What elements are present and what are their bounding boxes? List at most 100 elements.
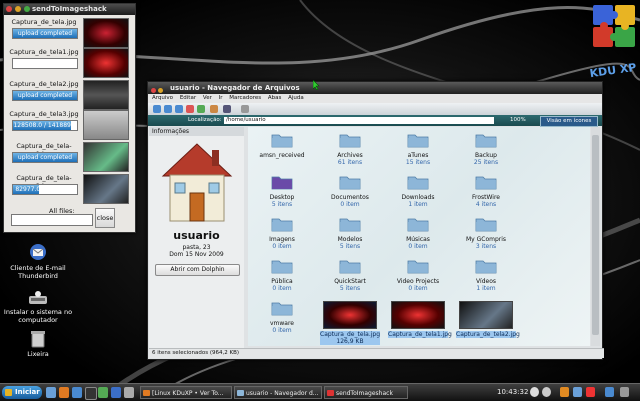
folder-item[interactable]: Desktop 5 itens: [252, 175, 312, 208]
kduxp-logo: KDU XP: [588, 2, 638, 82]
close-window-icon[interactable]: [151, 88, 156, 93]
upload-filename: Captura_de_tela1.jpg: [9, 48, 79, 56]
monitor-icon[interactable]: [605, 387, 614, 397]
stop-icon[interactable]: [186, 105, 194, 113]
folder-item[interactable]: Músicas 0 item: [388, 217, 448, 250]
folder-item[interactable]: aTunes 15 itens: [388, 133, 448, 166]
image-file-item[interactable]: Captura_de_tela2.jpg: [456, 301, 520, 338]
back-icon[interactable]: [153, 105, 161, 113]
item-count: 1 item: [476, 285, 496, 292]
folder-item[interactable]: Archives 61 itens: [320, 133, 380, 166]
menu-ver[interactable]: Ver: [203, 95, 212, 101]
send-window-titlebar[interactable]: sendToImageshack: [4, 4, 135, 15]
file-manager-titlebar[interactable]: usuario - Navegador de Arquivos: [148, 82, 602, 94]
maximize-window-icon[interactable]: [24, 6, 30, 12]
item-name: Downloads: [401, 194, 435, 201]
folder-icon: [339, 176, 361, 190]
minimize-window-icon[interactable]: [158, 88, 164, 93]
menu-abas[interactable]: Abas: [268, 95, 282, 101]
folder-item[interactable]: Documentos 0 item: [320, 175, 380, 208]
item-count: 5 itens: [339, 243, 361, 250]
folder-task-icon: [237, 390, 244, 396]
folder-icon: [475, 134, 497, 148]
folder-icon: [271, 134, 293, 148]
task-file-manager[interactable]: usuario - Navegador d...: [234, 386, 322, 399]
image-file-item[interactable]: Captura_de_tela.jpg 126,9 KB: [320, 301, 380, 345]
vertical-scrollbar[interactable]: [591, 127, 600, 346]
open-with-dolphin-button[interactable]: Abrir com Dolphin: [155, 264, 240, 276]
folder-icon: [339, 218, 361, 232]
upload-status: upload completed: [17, 30, 73, 37]
upload-filename: Captura_de_tela3.jpg: [9, 110, 79, 118]
location-input[interactable]: /home/usuario: [224, 117, 494, 124]
desktop-icon-thunderbird[interactable]: Cliente de E-mail Thunderbird: [0, 242, 83, 280]
puzzle-logo-icon: [593, 5, 635, 47]
send-window-title: sendToImageshack: [32, 5, 107, 13]
sidebar-header[interactable]: Informações: [149, 127, 244, 136]
folder-item[interactable]: Vídeos 1 item: [456, 259, 516, 292]
folder-icon: [407, 218, 429, 232]
close-window-icon[interactable]: [6, 6, 12, 12]
folder-item[interactable]: My GCompris 3 itens: [456, 217, 516, 250]
folder-item[interactable]: Downloads 1 item: [388, 175, 448, 208]
network-icon[interactable]: [530, 387, 539, 397]
folder-item[interactable]: Imagens 0 item: [252, 217, 312, 250]
folder-item[interactable]: Video Projects 0 item: [388, 259, 448, 292]
item-name: Video Projects: [396, 278, 440, 285]
reload-icon[interactable]: [197, 105, 205, 113]
file-manager-icon[interactable]: [72, 387, 82, 398]
minimize-window-icon[interactable]: [15, 6, 21, 12]
start-label: Iniciar: [15, 388, 40, 396]
item-count: 61 itens: [337, 159, 363, 166]
folder-item[interactable]: Backup 25 itens: [456, 133, 516, 166]
search-icon[interactable]: [241, 105, 249, 113]
desktop-icon-install[interactable]: Instalar o sistema no computador: [0, 290, 83, 324]
menu-editar[interactable]: Editar: [180, 95, 196, 101]
location-bar: Localização: /home/usuario 100% Visão em…: [148, 115, 602, 127]
close-button[interactable]: close: [95, 208, 115, 228]
power-icon[interactable]: [586, 387, 595, 397]
volume-icon[interactable]: [542, 387, 551, 397]
clipboard-icon[interactable]: [573, 387, 582, 397]
up-icon[interactable]: [175, 105, 183, 113]
zoom-level: 100%: [510, 117, 526, 123]
item-name: Captura_de_tela1.jpg: [388, 331, 452, 338]
media-player-icon[interactable]: [98, 387, 108, 398]
computer-icon[interactable]: [223, 105, 231, 113]
desktop-icon-trash[interactable]: Lixeira: [0, 330, 83, 358]
folder-item[interactable]: QuickStart 5 itens: [320, 259, 380, 292]
folder-item[interactable]: amsn_received: [252, 133, 312, 159]
view-mode-select[interactable]: Visão em ícones: [540, 116, 598, 127]
folder-icon: [407, 260, 429, 274]
home-icon[interactable]: [210, 105, 218, 113]
chat-icon[interactable]: [111, 387, 121, 398]
start-button[interactable]: Iniciar: [2, 386, 42, 399]
upload-task-icon: [327, 390, 334, 396]
folder-icon: [271, 218, 293, 232]
item-name: Captura_de_tela.jpg: [320, 331, 381, 338]
icon-view: amsn_received Archives 61 itens aTunes 15 it…: [248, 127, 590, 346]
forward-icon[interactable]: [164, 105, 172, 113]
upload-progress-bar: 128508.0 / 141889.0: [12, 120, 78, 131]
folder-item[interactable]: vmware 0 item: [252, 301, 312, 334]
folder-item[interactable]: Modelos 5 itens: [320, 217, 380, 250]
item-name: My GCompris: [465, 236, 507, 243]
terminal-icon[interactable]: [85, 387, 97, 400]
lock-icon[interactable]: [620, 387, 629, 397]
menu-marcadores[interactable]: Marcadores: [229, 95, 261, 101]
panel-clock[interactable]: 10:43:32: [497, 386, 528, 399]
show-desktop-icon[interactable]: [46, 387, 56, 398]
folder-item[interactable]: FrostWire 4 itens: [456, 175, 516, 208]
task-linux-kduxp[interactable]: [Linux KDuXP • Ver To...: [140, 386, 232, 399]
browser-icon[interactable]: [59, 387, 69, 398]
update-icon[interactable]: [560, 387, 569, 397]
menu-ir[interactable]: Ir: [219, 95, 223, 101]
desktop-icon-label: Instalar o sistema no computador: [3, 308, 73, 324]
folder-item[interactable]: Pública 0 item: [252, 259, 312, 292]
menu-ajuda[interactable]: Ajuda: [288, 95, 304, 101]
item-name: amsn_received: [259, 152, 305, 159]
image-file-item[interactable]: Captura_de_tela1.jpg: [388, 301, 452, 338]
task-send-to-imageshack[interactable]: sendToImageshack: [324, 386, 408, 399]
settings-icon[interactable]: [124, 387, 134, 398]
scrollbar-thumb[interactable]: [592, 135, 599, 335]
